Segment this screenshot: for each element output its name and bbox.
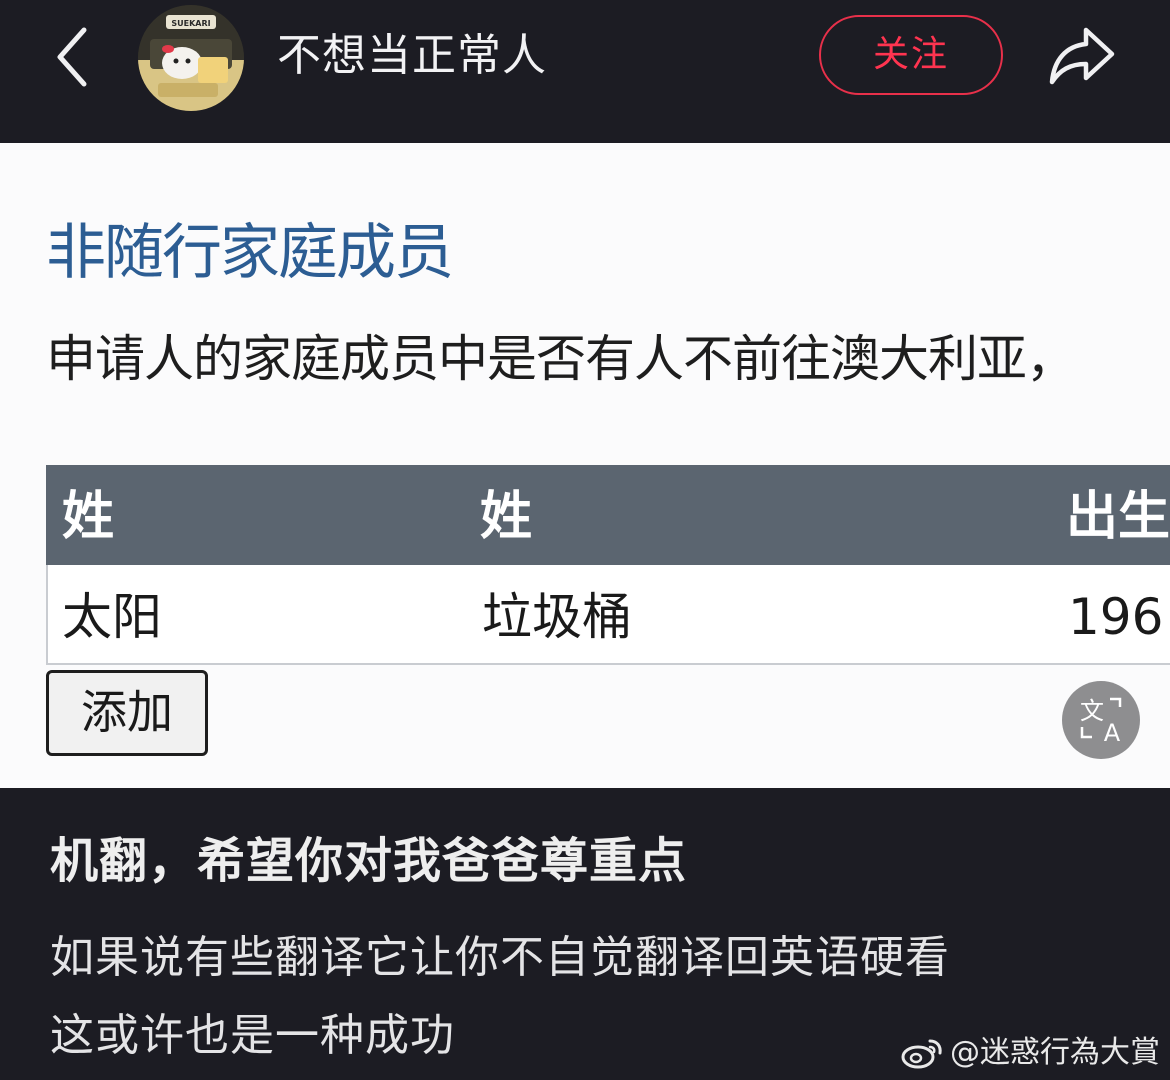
translate-button[interactable]: 文 A (1062, 681, 1140, 759)
family-members-table: 姓 姓 出生 太阳 垃圾桶 196 (46, 465, 1170, 665)
top-bar: SUEKARI 不想当正常人 关注 (0, 0, 1170, 143)
add-button[interactable]: 添加 (46, 670, 208, 756)
table-cell: 垃圾桶 (482, 588, 632, 646)
screenshot-panel: 非随行家庭成员 申请人的家庭成员中是否有人不前往澳大利亚， 姓 姓 出生 太阳 … (0, 143, 1170, 788)
watermark-text: @迷惑行為大賞 (950, 1035, 1160, 1070)
svg-text:A: A (1104, 719, 1121, 747)
svg-text:文: 文 (1080, 697, 1104, 725)
post-caption-title: 机翻，希望你对我爸爸尊重点 (50, 833, 688, 889)
avatar[interactable]: SUEKARI (138, 5, 244, 111)
section-title: 非随行家庭成员 (46, 218, 454, 288)
question-text: 申请人的家庭成员中是否有人不前往澳大利亚， (46, 330, 1076, 388)
column-header: 姓 (62, 487, 115, 547)
share-button[interactable] (1046, 20, 1120, 90)
follow-button[interactable]: 关注 (819, 15, 1003, 95)
table-cell: 196 (1068, 588, 1164, 646)
table-cell: 太阳 (62, 588, 162, 646)
table-row[interactable]: 太阳 垃圾桶 196 (46, 565, 1170, 665)
username[interactable]: 不想当正常人 (277, 28, 547, 84)
post-caption-line: 如果说有些翻译它让你不自觉翻译回英语硬看 (50, 932, 950, 983)
post-caption-line: 这或许也是一种成功 (50, 1010, 455, 1061)
watermark: @迷惑行為大賞 (900, 1030, 1160, 1076)
svg-text:SUEKARI: SUEKARI (171, 19, 210, 28)
avatar-image: SUEKARI (138, 5, 244, 111)
column-header: 出生 (1066, 487, 1170, 547)
table-header: 姓 姓 出生 (46, 465, 1170, 565)
share-icon (1049, 27, 1115, 85)
chevron-left-icon (57, 27, 87, 87)
back-button[interactable] (48, 22, 104, 92)
weibo-logo-icon (901, 1039, 942, 1069)
translate-icon: 文 A (1080, 697, 1122, 747)
column-header: 姓 (480, 487, 533, 547)
